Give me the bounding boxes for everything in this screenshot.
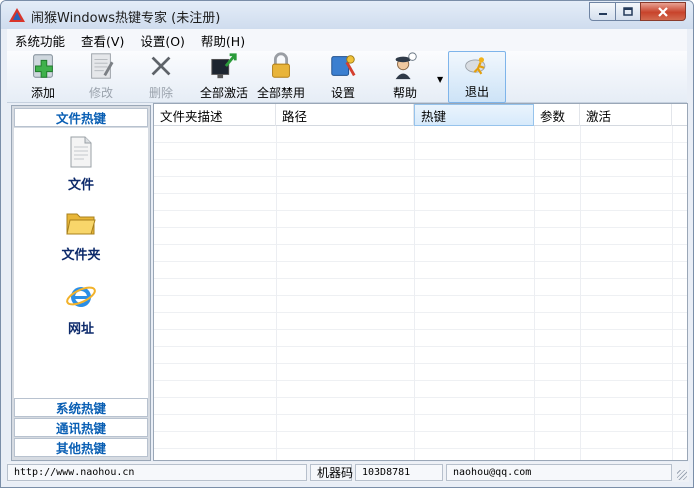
status-machine-code: 103D8781 — [355, 463, 443, 481]
sidebar-item-file[interactable]: 文件 — [14, 136, 148, 193]
column-header-active[interactable]: 激活 — [580, 104, 672, 126]
menu-view[interactable]: 查看(V) — [73, 31, 132, 50]
menu-help[interactable]: 帮助(H) — [193, 31, 253, 50]
settings-label: 设置 — [330, 86, 355, 100]
sidebar-item-folder[interactable]: 文件夹 — [14, 208, 148, 263]
status-website[interactable]: http://www.naohou.cn — [7, 463, 307, 481]
column-header-description[interactable]: 文件夹描述 — [154, 104, 276, 126]
sidebar-item-folder-label: 文件夹 — [61, 248, 101, 263]
menu-settings[interactable]: 设置(O) — [132, 31, 193, 50]
edit-document-icon — [91, 53, 114, 79]
activate-monitor-icon — [211, 53, 237, 79]
toolbar: 添加 修改 删除 全部激活 全部禁用 设置 帮助 ▼ 退出 — [7, 51, 687, 103]
column-divider — [534, 126, 535, 460]
delete-label: 删除 — [148, 86, 173, 100]
table-grid-lines — [154, 126, 687, 460]
column-divider — [276, 126, 277, 460]
menu-bar: 系统功能 查看(V) 设置(O) 帮助(H) — [7, 29, 687, 51]
column-header-params[interactable]: 参数 — [534, 104, 580, 126]
edit-button[interactable]: 修改 — [73, 51, 129, 103]
sidebar-item-url-label: 网址 — [67, 322, 94, 337]
add-label: 添加 — [30, 86, 55, 100]
padlock-icon — [272, 52, 290, 78]
sidebar-header-file-hotkeys[interactable]: 文件热键 — [14, 108, 148, 127]
delete-x-icon — [151, 56, 171, 76]
status-bar: http://www.naohou.cn 机器码 103D8781 naohou… — [7, 462, 689, 482]
maximize-button[interactable] — [615, 2, 641, 21]
column-divider — [414, 126, 415, 460]
sidebar-tab-comm-hotkeys[interactable]: 通讯热键 — [14, 418, 148, 437]
minimize-button[interactable] — [589, 2, 616, 21]
edit-label: 修改 — [88, 86, 113, 100]
delete-button[interactable]: 删除 — [133, 51, 189, 103]
column-divider — [580, 126, 581, 460]
disable-all-button[interactable]: 全部禁用 — [255, 51, 307, 103]
resize-grip[interactable] — [677, 470, 687, 480]
title-bar[interactable]: 闹猴Windows热键专家 (未注册) — [1, 1, 693, 29]
minimize-icon — [598, 12, 607, 15]
file-icon — [70, 136, 92, 168]
settings-tools-icon — [331, 55, 356, 77]
hotkey-table[interactable]: 文件夹描述 路径 热键 参数 激活 — [153, 103, 688, 461]
add-plus-icon — [33, 54, 53, 78]
sidebar-tab-system-hotkeys[interactable]: 系统热键 — [14, 398, 148, 417]
internet-explorer-icon — [66, 286, 96, 307]
exit-button[interactable]: 退出 — [448, 51, 506, 103]
app-window: 闹猴Windows热键专家 (未注册) 系统功能 查看(V) 设置(O) 帮助(… — [0, 0, 694, 488]
activate-all-button[interactable]: 全部激活 — [193, 51, 255, 103]
settings-button[interactable]: 设置 — [317, 51, 369, 103]
exit-label: 退出 — [464, 85, 489, 99]
exit-running-icon — [465, 57, 486, 75]
help-button[interactable]: 帮助 — [379, 51, 431, 103]
help-dropdown-caret[interactable]: ▼ — [437, 75, 443, 84]
activate-all-label: 全部激活 — [199, 86, 248, 100]
sidebar-body: 文件 文件夹 网址 — [14, 128, 148, 398]
add-button[interactable]: 添加 — [15, 51, 71, 103]
window-title: 闹猴Windows热键专家 (未注册) — [31, 11, 221, 26]
help-label: 帮助 — [392, 86, 417, 100]
status-email[interactable]: naohou@qq.com — [446, 463, 672, 481]
column-header-hotkey[interactable]: 热键 — [414, 104, 534, 126]
status-machine-label: 机器码 — [310, 463, 353, 481]
menu-system[interactable]: 系统功能 — [7, 31, 73, 50]
table-header: 文件夹描述 路径 热键 参数 激活 — [154, 104, 687, 126]
app-logo-icon — [9, 8, 25, 22]
sidebar: 文件热键 文件 文件夹 网址 系统热键 通讯热键 其他热键 — [11, 105, 151, 461]
help-person-icon — [395, 52, 417, 80]
folder-icon — [66, 213, 96, 235]
sidebar-item-file-label: 文件 — [67, 178, 94, 193]
maximize-icon — [623, 6, 633, 16]
sidebar-tab-other-hotkeys[interactable]: 其他热键 — [14, 438, 148, 457]
disable-all-label: 全部禁用 — [256, 86, 305, 100]
column-divider — [672, 126, 673, 460]
close-icon — [658, 6, 668, 17]
sidebar-item-url[interactable]: 网址 — [14, 280, 148, 337]
close-button[interactable] — [640, 2, 686, 21]
column-header-path[interactable]: 路径 — [276, 104, 414, 126]
